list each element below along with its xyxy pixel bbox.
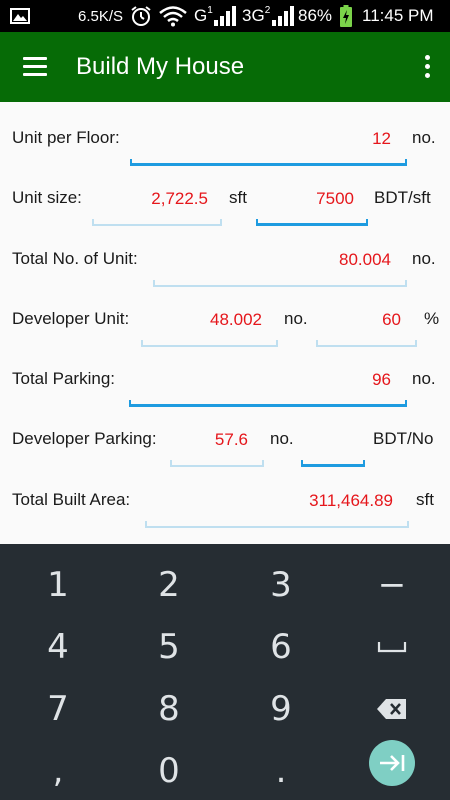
backspace-icon: [377, 699, 406, 719]
total-units-label: Total No. of Unit:: [12, 249, 138, 268]
sim-index-2: 2: [264, 4, 271, 16]
total-parking-label: Total Parking:: [12, 369, 115, 388]
sim-index-1: 1: [207, 4, 213, 16]
key-comma[interactable]: ,: [2, 740, 114, 800]
network-type-g: G: [194, 6, 208, 25]
unit-size-input[interactable]: 2,722.5: [92, 188, 222, 226]
unit-per-floor-input[interactable]: 12: [130, 128, 407, 166]
signal-icon-sim2: [272, 0, 294, 32]
key-5[interactable]: 5: [113, 616, 225, 678]
unit-rate-input[interactable]: 7500: [256, 188, 368, 226]
key-dot[interactable]: .: [225, 740, 337, 800]
unit-per-floor-label: Unit per Floor:: [12, 128, 120, 147]
clock: 11:45 PM: [362, 6, 434, 25]
network-type-3g: 3G: [242, 6, 265, 25]
total-parking-input[interactable]: 96: [129, 369, 407, 407]
key-7[interactable]: 7: [2, 678, 114, 740]
developer-parking-value: 57.6: [214, 430, 248, 449]
app-bar: Build My House: [0, 32, 450, 102]
key-0[interactable]: 0: [113, 740, 225, 800]
wifi-icon: [158, 0, 188, 32]
battery-charging-icon: [340, 0, 352, 32]
developer-unit-label: Developer Unit:: [12, 309, 130, 328]
signal-icon-sim1: [214, 0, 236, 32]
unit-size-unit: sft: [229, 188, 247, 207]
total-built-area-value: 311,464.89: [309, 491, 393, 510]
network-speed: 6.5K/S: [78, 7, 124, 25]
calculator-form: Unit per Floor: 12 no. Unit size: 2,722.…: [0, 102, 450, 544]
alarm-icon: [130, 0, 152, 32]
unit-size-value: 2,722.5: [151, 189, 208, 208]
status-bar: 6.5K/S G 1 3G 2 86% 11:45 PM: [0, 0, 450, 32]
next-field-icon: [369, 740, 415, 786]
key-backspace[interactable]: [336, 678, 448, 740]
battery-percent: 86%: [298, 6, 333, 25]
key-6[interactable]: 6: [225, 616, 337, 678]
developer-percent-input[interactable]: 60: [316, 309, 417, 347]
developer-parking-label: Developer Parking:: [12, 429, 157, 448]
total-built-area-unit: sft: [416, 490, 434, 509]
developer-percent-unit: %: [424, 309, 440, 328]
developer-unit-unit: no.: [284, 309, 308, 328]
key-2[interactable]: 2: [113, 554, 225, 616]
total-built-area-label: Total Built Area:: [12, 490, 131, 509]
hamburger-menu-icon[interactable]: [14, 49, 56, 85]
developer-unit-value: 48.002: [210, 310, 262, 329]
app-title: Build My House: [76, 53, 245, 80]
developer-parking-input[interactable]: 57.6: [170, 429, 264, 467]
key-next[interactable]: [336, 732, 448, 794]
key-4[interactable]: 4: [2, 616, 114, 678]
screen: 6.5K/S G 1 3G 2 86% 11:45 PM Build My Ho…: [0, 0, 450, 800]
total-parking-value: 96: [372, 370, 391, 389]
key-9[interactable]: 9: [225, 678, 337, 740]
unit-rate-value: 7500: [316, 189, 354, 208]
key-1[interactable]: 1: [2, 554, 114, 616]
unit-per-floor-unit: no.: [412, 128, 436, 147]
gallery-notification-icon: [10, 0, 30, 32]
total-units-unit: no.: [412, 249, 436, 268]
unit-rate-unit: BDT/sft: [374, 188, 431, 207]
total-built-area-input[interactable]: 311,464.89: [145, 490, 409, 528]
numeric-keyboard: 1 2 3 − 4 5 6 7 8 9 , 0 .: [0, 544, 450, 800]
unit-per-floor-value: 12: [372, 129, 391, 148]
developer-unit-input[interactable]: 48.002: [141, 309, 278, 347]
parking-rate-input[interactable]: [301, 429, 365, 467]
parking-rate-unit: BDT/No: [373, 429, 434, 448]
developer-percent-value: 60: [382, 310, 401, 329]
total-units-value: 80.004: [339, 250, 391, 269]
developer-parking-unit: no.: [270, 429, 294, 448]
more-vert-icon[interactable]: [414, 49, 440, 85]
space-icon: [377, 642, 407, 653]
key-minus[interactable]: −: [336, 554, 448, 616]
key-space[interactable]: [336, 616, 448, 678]
unit-size-label: Unit size:: [12, 188, 82, 207]
key-3[interactable]: 3: [225, 554, 337, 616]
total-units-input[interactable]: 80.004: [153, 249, 407, 287]
key-8[interactable]: 8: [113, 678, 225, 740]
total-parking-unit: no.: [412, 369, 436, 388]
